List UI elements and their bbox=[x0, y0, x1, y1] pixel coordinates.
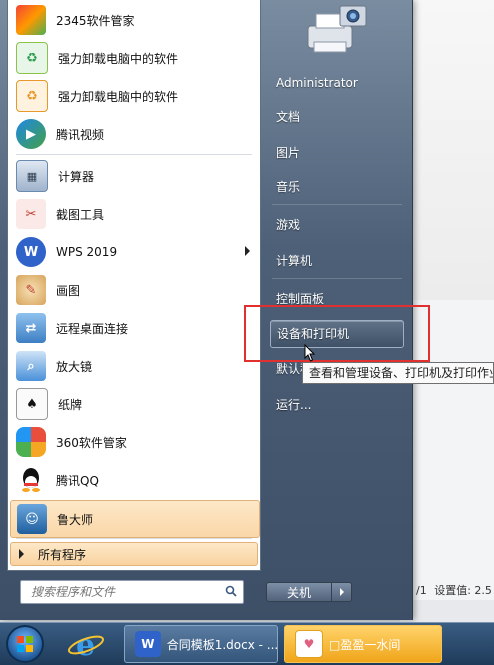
program-tencent-video[interactable]: ▶ 腾讯视频 bbox=[10, 116, 258, 152]
uninstall-orange-icon: ♻ bbox=[16, 80, 48, 112]
wps-icon: W bbox=[16, 237, 46, 267]
all-programs-divider bbox=[16, 538, 252, 539]
program-label: 远程桌面连接 bbox=[56, 321, 129, 336]
all-programs-button[interactable]: 所有程序 bbox=[10, 542, 258, 566]
windows-logo-icon bbox=[17, 636, 33, 652]
taskbar-task-label: □盈盈一水间 bbox=[329, 637, 401, 652]
remote-desktop-icon: ⇄ bbox=[16, 313, 46, 343]
magnifier-icon: ⌕ bbox=[16, 351, 46, 381]
status-page-fraction: /1 bbox=[416, 584, 427, 597]
start-menu-programs-pane: 2345软件管家 ♻ 强力卸载电脑中的软件 ♻ 强力卸载电脑中的软件 ▶ 腾讯视… bbox=[7, 0, 261, 571]
program-uninstall-1[interactable]: ♻ 强力卸载电脑中的软件 bbox=[10, 40, 258, 76]
background-status-bar: /1 设置值: 2.5 bbox=[412, 580, 494, 602]
program-label: 鲁大师 bbox=[57, 512, 94, 527]
taskbar-game-window[interactable]: ♥ □盈盈一水间 bbox=[284, 625, 442, 663]
search-icon[interactable] bbox=[225, 585, 237, 597]
program-label: 画图 bbox=[56, 283, 81, 298]
program-paint[interactable]: ✎ 画图 bbox=[10, 272, 258, 308]
program-solitaire[interactable]: ♠ 纸牌 bbox=[10, 386, 258, 422]
expand-arrow-icon bbox=[19, 549, 24, 559]
program-label: 2345软件管家 bbox=[56, 13, 135, 28]
menu-games[interactable]: 游戏 bbox=[270, 212, 410, 238]
360-softmanager-icon bbox=[16, 427, 46, 457]
printer-camera-icon bbox=[307, 5, 367, 53]
menu-music[interactable]: 音乐 bbox=[270, 174, 410, 200]
program-snipping-tool[interactable]: ✂ 截图工具 bbox=[10, 196, 258, 232]
uninstall-green-icon: ♻ bbox=[16, 42, 48, 74]
program-magnifier[interactable]: ⌕ 放大镜 bbox=[10, 348, 258, 384]
all-programs-label: 所有程序 bbox=[38, 547, 87, 562]
shutdown-options-button[interactable] bbox=[332, 582, 352, 602]
program-label: 纸牌 bbox=[58, 397, 83, 412]
program-uninstall-2[interactable]: ♻ 强力卸载电脑中的软件 bbox=[10, 78, 258, 114]
chevron-right-icon bbox=[339, 588, 344, 596]
program-label: 强力卸载电脑中的软件 bbox=[58, 51, 179, 66]
mouse-cursor-icon bbox=[304, 344, 316, 362]
taskbar-task-label: 合同模板1.docx - ... bbox=[166, 637, 277, 652]
program-label: 腾讯QQ bbox=[56, 473, 99, 488]
calculator-icon: ▦ bbox=[16, 160, 48, 192]
shutdown-group: 关机 bbox=[266, 582, 356, 602]
svg-text:e: e bbox=[76, 628, 95, 663]
snipping-tool-icon: ✂ bbox=[16, 199, 46, 229]
submenu-arrow-icon bbox=[245, 246, 250, 256]
search-box[interactable] bbox=[20, 580, 244, 604]
internet-explorer-icon[interactable]: e bbox=[58, 625, 114, 663]
program-wps[interactable]: W WPS 2019 bbox=[10, 234, 258, 270]
paint-icon: ✎ bbox=[16, 275, 46, 305]
menu-run[interactable]: 运行... bbox=[270, 392, 410, 418]
program-ludashi[interactable]: ☺ 鲁大师 bbox=[10, 500, 260, 538]
search-input[interactable] bbox=[29, 584, 223, 600]
2345-softmanager-icon bbox=[16, 5, 46, 35]
program-calculator[interactable]: ▦ 计算器 bbox=[10, 158, 258, 194]
programs-divider bbox=[16, 154, 252, 155]
start-button[interactable] bbox=[6, 625, 44, 663]
tooltip: 查看和管理设备、打印机及打印作业 bbox=[302, 362, 494, 384]
menu-user-folder[interactable]: Administrator bbox=[270, 70, 410, 96]
program-qq[interactable]: 腾讯QQ bbox=[10, 462, 258, 498]
right-divider bbox=[272, 204, 402, 205]
program-label: WPS 2019 bbox=[56, 245, 118, 259]
program-label: 计算器 bbox=[58, 169, 95, 184]
background-window-toolbar bbox=[400, 0, 494, 300]
menu-documents[interactable]: 文档 bbox=[270, 104, 410, 130]
background-window-strip bbox=[400, 600, 494, 622]
program-2345-softmanager[interactable]: 2345软件管家 bbox=[10, 2, 258, 38]
highlight-annotation-box bbox=[244, 305, 430, 362]
program-label: 强力卸载电脑中的软件 bbox=[58, 89, 179, 104]
program-label: 截图工具 bbox=[56, 207, 105, 222]
solitaire-icon: ♠ bbox=[16, 388, 48, 420]
game-character-icon: ♥ bbox=[295, 630, 323, 658]
menu-pictures[interactable]: 图片 bbox=[270, 140, 410, 166]
program-label: 放大镜 bbox=[56, 359, 93, 374]
program-360-softmanager[interactable]: 360软件管家 bbox=[10, 424, 258, 460]
wps-writer-icon: W bbox=[135, 631, 161, 657]
program-remote-desktop[interactable]: ⇄ 远程桌面连接 bbox=[10, 310, 258, 346]
program-label: 腾讯视频 bbox=[56, 127, 105, 142]
right-divider bbox=[272, 278, 402, 279]
tencent-video-icon: ▶ bbox=[16, 119, 46, 149]
status-setting-value: 设置值: 2.5 bbox=[434, 584, 492, 597]
shutdown-button[interactable]: 关机 bbox=[266, 582, 332, 602]
qq-icon bbox=[16, 465, 46, 495]
menu-computer[interactable]: 计算机 bbox=[270, 248, 410, 274]
ludashi-icon: ☺ bbox=[17, 504, 47, 534]
taskbar-wps-document[interactable]: W 合同模板1.docx - ... bbox=[124, 625, 278, 663]
taskbar: e W 合同模板1.docx - ... ♥ □盈盈一水间 bbox=[0, 622, 494, 665]
program-label: 360软件管家 bbox=[56, 435, 127, 450]
